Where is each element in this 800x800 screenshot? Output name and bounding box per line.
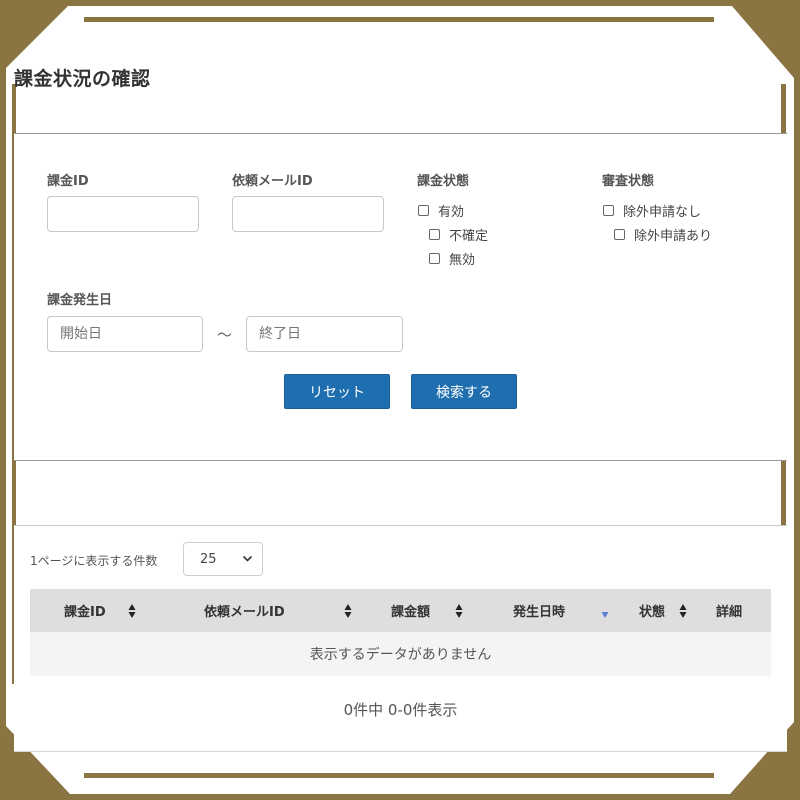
column-header-details: 詳細	[716, 605, 743, 620]
chevron-down-icon	[242, 555, 253, 562]
checkbox-icon[interactable]	[603, 205, 614, 216]
per-page-select[interactable]: 25	[183, 542, 263, 576]
table-info: 0件中 0-0件表示	[343, 701, 458, 719]
range-separator: 〜	[217, 326, 233, 344]
checkbox-icon[interactable]	[429, 229, 440, 240]
start-date-input[interactable]	[47, 316, 203, 352]
checkbox-icon[interactable]	[418, 205, 429, 216]
billing-status-invalid-checkbox[interactable]: 無効	[429, 249, 475, 268]
sort-icon[interactable]	[679, 603, 687, 619]
sort-icon[interactable]	[344, 603, 352, 619]
per-page-value: 25	[200, 551, 217, 567]
billing-status-uncertain-checkbox[interactable]: 不確定	[429, 225, 488, 244]
checkbox-icon[interactable]	[429, 253, 440, 264]
billing-status-label: 課金状態	[417, 174, 470, 189]
request-mail-id-input[interactable]	[232, 196, 384, 232]
billing-id-label: 課金ID	[47, 174, 89, 189]
empty-table-message: 表示するデータがありません	[30, 632, 771, 676]
column-header-billing-id[interactable]: 課金ID	[64, 601, 106, 620]
column-header-status[interactable]: 状態	[639, 601, 665, 620]
review-status-applied-label: 除外申請あり	[634, 229, 713, 244]
per-page-label: 1ページに表示する件数	[30, 554, 158, 568]
sort-icon[interactable]	[455, 603, 463, 619]
reset-button[interactable]: リセット	[284, 374, 390, 409]
column-header-occurred-at[interactable]: 発生日時	[513, 601, 565, 620]
billing-status-valid-label: 有効	[438, 205, 465, 220]
page: 課金状況の確認 課金ID 依頼メールID 課金状態 有効 不確定 無効 審査状態…	[0, 0, 800, 800]
page-title: 課金状況の確認	[14, 68, 151, 90]
review-status-none-checkbox[interactable]: 除外申請なし	[603, 201, 701, 220]
column-header-request-mail-id[interactable]: 依頼メールID	[204, 601, 285, 620]
search-button[interactable]: 検索する	[411, 374, 517, 409]
sort-icon[interactable]	[128, 603, 136, 619]
request-mail-id-label: 依頼メールID	[232, 174, 313, 189]
review-status-label: 審査状態	[602, 174, 655, 189]
billing-id-input[interactable]	[47, 196, 199, 232]
billing-status-uncertain-label: 不確定	[449, 229, 489, 244]
end-date-input[interactable]	[246, 316, 403, 352]
review-status-applied-checkbox[interactable]: 除外申請あり	[614, 225, 712, 244]
billing-status-valid-checkbox[interactable]: 有効	[418, 201, 464, 220]
filter-panel	[14, 133, 787, 461]
review-status-none-label: 除外申請なし	[623, 205, 702, 220]
billing-status-invalid-label: 無効	[449, 253, 476, 268]
date-label: 課金発生日	[47, 293, 113, 308]
sort-desc-icon[interactable]	[601, 603, 609, 619]
column-header-amount[interactable]: 課金額	[391, 601, 430, 620]
table-header: 課金ID 依頼メールID 課金額 発生日時 状態 詳細	[30, 589, 771, 632]
checkbox-icon[interactable]	[614, 229, 625, 240]
